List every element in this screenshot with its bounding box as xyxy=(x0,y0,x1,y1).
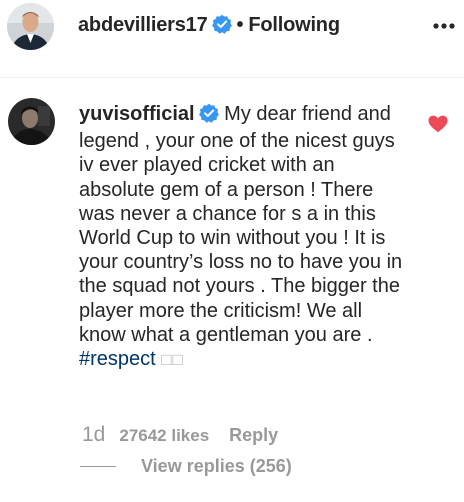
commenter-username[interactable]: yuvisofficial xyxy=(79,103,195,125)
view-replies-button[interactable]: View replies (256) xyxy=(80,456,292,477)
post-author-username[interactable]: abdevilliers17 xyxy=(78,14,208,36)
comment-age: 1d xyxy=(82,423,106,446)
following-button[interactable]: Following xyxy=(248,14,340,36)
comment-likes-count[interactable]: 27642 likes xyxy=(119,426,209,445)
more-options-icon[interactable] xyxy=(430,14,458,38)
author-avatar[interactable] xyxy=(7,3,54,50)
comment-text-block: yuvisofficial My dear friend and legend … xyxy=(79,102,405,372)
header-separator: • xyxy=(236,14,244,36)
heart-icon[interactable] xyxy=(428,115,448,133)
commenter-avatar[interactable] xyxy=(8,98,55,145)
post-author-line: abdevilliers17 • Following xyxy=(78,14,340,40)
comment-meta: 1d 27642 likes Reply xyxy=(82,423,278,447)
reply-button[interactable]: Reply xyxy=(229,425,278,445)
hashtag-link[interactable]: #respect xyxy=(79,348,156,370)
comment-text: My dear friend and legend , your one of … xyxy=(79,103,403,346)
verified-badge-icon xyxy=(198,103,219,129)
verified-badge-icon xyxy=(211,14,232,40)
unrendered-emoji-glyphs: □□ xyxy=(161,350,184,370)
post-header: abdevilliers17 • Following xyxy=(0,0,464,78)
view-replies-label[interactable]: View replies (256) xyxy=(141,456,292,476)
replies-divider-line xyxy=(80,466,116,467)
